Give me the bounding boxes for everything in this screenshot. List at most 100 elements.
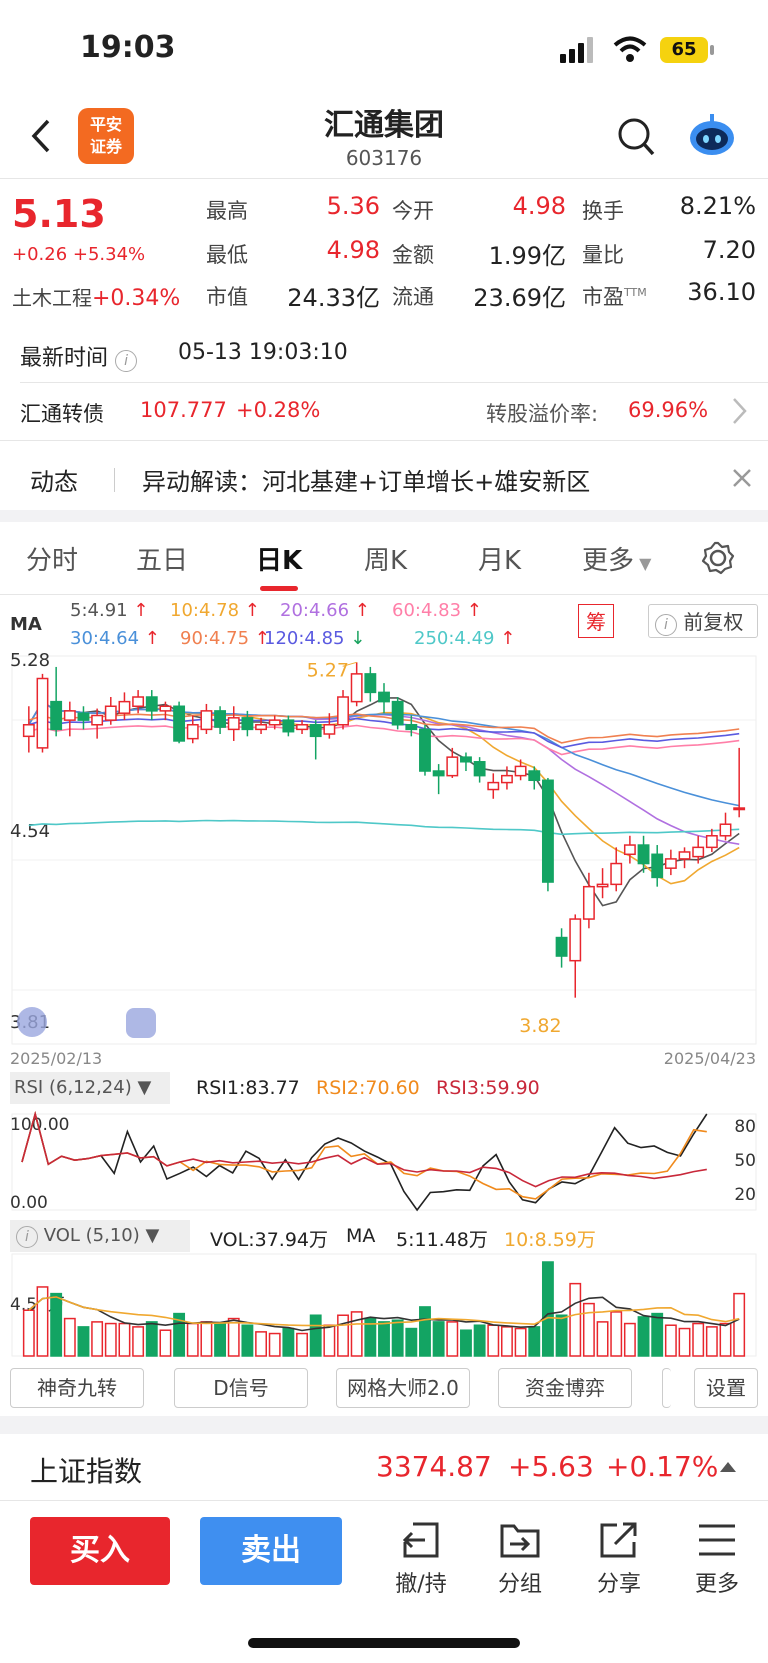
dynamic-news[interactable]: 异动解读：河北基建+订单增长+雄安新区 [142, 462, 590, 497]
candle [610, 847, 623, 892]
chip-grid-master[interactable]: 网格大师2.0 [336, 1368, 470, 1408]
ma-legend-item: 5:4.91 ↑ [70, 600, 148, 621]
rsi-chart[interactable]: 100.000.00805020 [0, 1106, 768, 1218]
volume-bar [50, 1292, 63, 1357]
section-separator [0, 510, 768, 522]
battery-level: 65 [660, 37, 708, 63]
adjust-mode-button[interactable]: i 前复权 [648, 604, 758, 638]
fullscreen-icon[interactable] [126, 1008, 156, 1038]
candle [473, 757, 486, 783]
vol-ma5: 5:11.48万 [396, 1229, 488, 1251]
expand-up-icon[interactable] [718, 1458, 738, 1474]
volume-bar [651, 1312, 664, 1357]
candle [364, 666, 377, 702]
ma-legend-item: 10:4.78 ↑ [170, 600, 260, 621]
tab-five-day[interactable]: 五日 [136, 540, 188, 577]
ma-legend-item: 60:4.83 ↑ [392, 600, 482, 621]
volume-bar [378, 1321, 390, 1357]
quote-field-sup: TTM [624, 286, 647, 299]
group-button[interactable]: 分组 [485, 1520, 555, 1598]
volume-bar [323, 1324, 336, 1357]
settings-gear-icon[interactable] [700, 540, 736, 576]
candle [104, 697, 117, 725]
bond-premium-value: 69.96% [628, 398, 709, 422]
quote-field-label: 金额 [392, 243, 434, 267]
chevron-right-icon[interactable] [730, 396, 750, 426]
volume-bar [692, 1322, 705, 1357]
more-label: 更多 [694, 1572, 739, 1597]
volume-bar [705, 1326, 718, 1357]
chip-settings[interactable]: 设置 [694, 1368, 758, 1408]
x-tick-label: 2025/02/13 [10, 1049, 102, 1068]
share-label: 分享 [596, 1572, 641, 1597]
dynamic-label: 动态 [30, 468, 78, 496]
chip-d-signal[interactable]: D信号 [174, 1368, 308, 1408]
quote-field-value: 36.10 [687, 278, 756, 306]
candle [350, 662, 363, 707]
volume-bar [391, 1319, 404, 1357]
tab-daily-k[interactable]: 日K [256, 540, 302, 577]
sell-button[interactable]: 卖出 [200, 1517, 342, 1585]
tab-monthly-k[interactable]: 月K [478, 540, 521, 577]
volume-bar [664, 1324, 677, 1357]
active-tab-indicator [260, 586, 298, 591]
home-indicator [248, 1638, 520, 1648]
chip-distribution-button[interactable]: 筹 [578, 604, 614, 638]
index-pct: +0.17% [606, 1450, 719, 1483]
vol-selector[interactable]: i VOL (5,10) ▼ [10, 1220, 190, 1252]
ma-label[interactable]: MA [10, 614, 42, 635]
rsi-selector[interactable]: RSI (6,12,24) ▼ [10, 1072, 170, 1104]
info-icon[interactable]: i [115, 350, 138, 372]
index-change: +5.63 [508, 1450, 594, 1483]
rsi-frame [11, 1113, 757, 1211]
ma-250-line [28, 819, 740, 836]
share-button[interactable]: 分享 [584, 1520, 654, 1598]
sector-info[interactable]: 土木工程+0.34% [12, 282, 180, 311]
volume-bar [541, 1261, 554, 1357]
candle [173, 701, 186, 744]
volume-bar [268, 1332, 281, 1357]
more-button[interactable]: 更多 [682, 1520, 752, 1598]
tab-intraday[interactable]: 分时 [26, 540, 78, 577]
cancel-hold-button[interactable]: 撤/持 [386, 1520, 456, 1598]
candle [664, 849, 677, 876]
candle [623, 835, 636, 864]
index-name[interactable]: 上证指数 [30, 1450, 142, 1490]
quote-field-value: 5.36 [326, 192, 380, 220]
volume-chart[interactable]: 4.53万 [0, 1252, 768, 1360]
volume-bar [678, 1327, 691, 1357]
close-icon[interactable] [730, 466, 754, 490]
bond-price: 107.777 [140, 398, 227, 422]
section-separator [0, 1416, 768, 1434]
price-change: +0.26 +5.34% [12, 244, 146, 265]
chip-partial[interactable] [662, 1368, 671, 1408]
tab-weekly-k[interactable]: 周K [364, 540, 407, 577]
volume-bar [91, 1321, 104, 1357]
robot-assistant-icon[interactable] [686, 112, 738, 160]
latest-time-label: 最新时间 i [20, 340, 138, 372]
zoom-toggle-icon[interactable] [17, 1007, 47, 1037]
candle [227, 706, 240, 741]
chip-magic-nine[interactable]: 神奇九转 [10, 1368, 144, 1408]
candle [309, 720, 322, 760]
rsi2-value: RSI2:70.60 [316, 1077, 420, 1099]
tab-more[interactable]: 更多 ▼ [582, 540, 651, 577]
chip-capital-game[interactable]: 资金博弈 [498, 1368, 632, 1408]
k-line-chart[interactable]: 5.284.543.812025/02/132025/04/235.273.82 [0, 640, 768, 1070]
search-icon[interactable] [616, 116, 656, 158]
divider [114, 468, 115, 492]
candle [282, 715, 295, 737]
buy-button[interactable]: 买入 [30, 1517, 170, 1585]
quote-field-label: 今开 [392, 199, 434, 223]
candle [528, 766, 541, 790]
ma-legend-value: 20:4.66 [280, 600, 355, 621]
rsi-6-line [21, 1110, 708, 1212]
bond-label[interactable]: 汇通转债 [20, 398, 104, 428]
sector-change: +0.34% [92, 286, 181, 311]
arrow-up-icon: ↑ [133, 600, 149, 621]
latest-time-value: 05-13 19:03:10 [178, 340, 348, 365]
volume-bar [159, 1329, 172, 1357]
cancel-hold-label: 撤/持 [395, 1572, 447, 1597]
volume-bar [637, 1316, 650, 1357]
volume-bar [446, 1321, 459, 1357]
